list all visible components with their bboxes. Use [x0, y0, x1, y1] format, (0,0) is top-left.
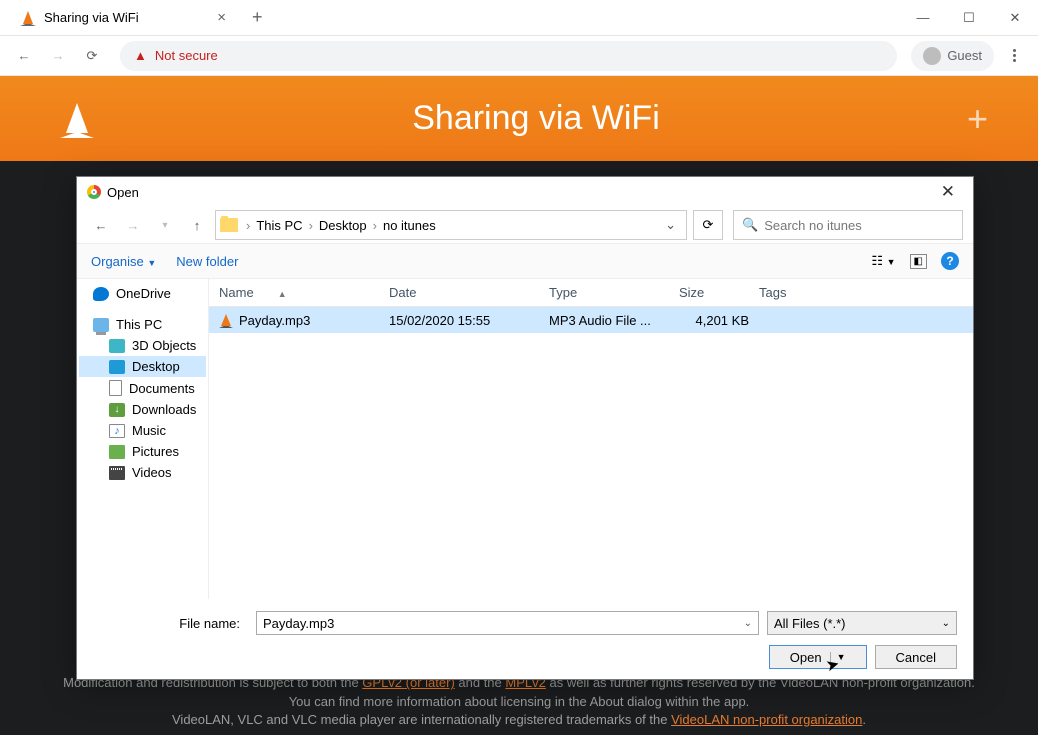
dialog-title: Open	[107, 185, 139, 200]
thispc-icon	[93, 318, 109, 332]
browser-tab[interactable]: Sharing via WiFi ×	[8, 1, 238, 35]
col-name[interactable]: Name▲	[219, 285, 389, 300]
not-secure-label: Not secure	[155, 48, 218, 63]
cancel-button[interactable]: Cancel	[875, 645, 957, 669]
organise-menu[interactable]: Organise ▼	[91, 254, 156, 269]
vlc-cone-icon	[20, 9, 36, 26]
filename-dropdown-icon[interactable]: ⌄	[744, 618, 752, 629]
open-button[interactable]: Open ▼	[769, 645, 867, 669]
music-icon	[109, 424, 125, 438]
file-name: Payday.mp3	[239, 313, 310, 328]
column-headers: Name▲ Date Type Size Tags	[209, 279, 973, 307]
dialog-close-button[interactable]: ✕	[933, 180, 963, 204]
browser-menu-button[interactable]	[1000, 42, 1028, 70]
col-size[interactable]: Size	[679, 285, 759, 300]
documents-icon	[109, 380, 122, 396]
vlc-file-icon	[219, 312, 233, 328]
sidebar-onedrive[interactable]: OneDrive	[79, 283, 206, 304]
vlc-header: Sharing via WiFi +	[0, 76, 1038, 161]
videolan-link[interactable]: VideoLAN non-profit organization	[671, 712, 862, 727]
sidebar-3dobjects[interactable]: 3D Objects	[79, 335, 206, 356]
dialog-nav: ← → ▾ ↑ › This PC › Desktop › no itunes …	[77, 207, 973, 243]
desktop-icon	[109, 360, 125, 374]
back-button[interactable]: ←	[10, 42, 38, 70]
crumb-dropdown-icon[interactable]: ⌄	[659, 217, 682, 233]
dialog-sidebar: OneDrive This PC 3D Objects Desktop Docu…	[77, 279, 209, 599]
new-tab-button[interactable]: +	[244, 3, 271, 32]
sidebar-pictures[interactable]: Pictures	[79, 441, 206, 462]
address-bar[interactable]: ▲ Not secure	[120, 41, 897, 71]
dialog-recent-dropdown[interactable]: ▾	[151, 213, 179, 237]
new-folder-button[interactable]: New folder	[176, 254, 238, 269]
window-controls: — ☐ ✕	[900, 0, 1038, 36]
vlc-logo-icon	[60, 100, 94, 138]
not-secure-icon: ▲	[134, 48, 147, 63]
browser-toolbar: ← → ⟳ ▲ Not secure Guest	[0, 36, 1038, 76]
forward-button[interactable]: →	[44, 42, 72, 70]
file-row[interactable]: Payday.mp3 15/02/2020 15:55 MP3 Audio Fi…	[209, 307, 973, 333]
file-open-dialog: Open ✕ ← → ▾ ↑ › This PC › Desktop › no …	[76, 176, 974, 680]
minimize-button[interactable]: —	[900, 0, 946, 36]
preview-pane-button[interactable]: ◧	[910, 254, 927, 269]
guest-label: Guest	[947, 48, 982, 63]
profile-icon	[923, 47, 941, 65]
dialog-refresh-button[interactable]: ⟳	[693, 210, 723, 240]
onedrive-icon	[93, 287, 109, 301]
sidebar-downloads[interactable]: Downloads	[79, 399, 206, 420]
filename-label: File name:	[93, 616, 248, 631]
filter-select[interactable]: All Files (*.*) ⌄	[767, 611, 957, 635]
breadcrumb[interactable]: › This PC › Desktop › no itunes ⌄	[215, 210, 687, 240]
chrome-icon	[87, 185, 101, 199]
page-title: Sharing via WiFi	[94, 99, 978, 138]
dialog-up-button[interactable]: ↑	[183, 213, 211, 237]
tab-title: Sharing via WiFi	[44, 10, 139, 25]
sort-asc-icon: ▲	[278, 289, 287, 299]
dialog-forward-button[interactable]: →	[119, 213, 147, 237]
pictures-icon	[109, 445, 125, 459]
sidebar-music[interactable]: Music	[79, 420, 206, 441]
sidebar-desktop[interactable]: Desktop	[79, 356, 206, 377]
reload-button[interactable]: ⟳	[78, 42, 106, 70]
add-button[interactable]: +	[967, 98, 988, 140]
file-size: 4,201 KB	[679, 313, 759, 328]
view-options-button[interactable]: ☷ ▼	[871, 253, 895, 269]
crumb-noitunes[interactable]: no itunes	[381, 216, 438, 235]
guest-profile-button[interactable]: Guest	[911, 41, 994, 71]
close-window-button[interactable]: ✕	[992, 0, 1038, 36]
col-type[interactable]: Type	[549, 285, 679, 300]
dialog-titlebar: Open ✕	[77, 177, 973, 207]
sidebar-documents[interactable]: Documents	[79, 377, 206, 399]
downloads-icon	[109, 403, 125, 417]
file-type: MP3 Audio File ...	[549, 313, 679, 328]
file-list: Name▲ Date Type Size Tags Payday.mp3 15/…	[209, 279, 973, 599]
maximize-button[interactable]: ☐	[946, 0, 992, 36]
filename-input[interactable]: Payday.mp3 ⌄	[256, 611, 759, 635]
col-tags[interactable]: Tags	[759, 285, 786, 300]
crumb-desktop[interactable]: Desktop	[317, 216, 369, 235]
videos-icon	[109, 466, 125, 480]
search-placeholder: Search no itunes	[764, 218, 862, 233]
dialog-back-button[interactable]: ←	[87, 213, 115, 237]
tab-close-icon[interactable]: ×	[217, 9, 226, 26]
sidebar-thispc[interactable]: This PC	[79, 314, 206, 335]
dialog-search-input[interactable]: 🔍 Search no itunes	[733, 210, 963, 240]
col-date[interactable]: Date	[389, 285, 549, 300]
file-date: 15/02/2020 15:55	[389, 313, 549, 328]
filter-dropdown-icon: ⌄	[942, 618, 950, 629]
help-icon[interactable]: ?	[941, 252, 959, 270]
3dobjects-icon	[109, 339, 125, 353]
browser-titlebar: Sharing via WiFi × + — ☐ ✕	[0, 0, 1038, 36]
folder-icon	[220, 218, 238, 232]
crumb-thispc[interactable]: This PC	[254, 216, 304, 235]
sidebar-videos[interactable]: Videos	[79, 462, 206, 483]
dialog-toolbar: Organise ▼ New folder ☷ ▼ ◧ ?	[77, 243, 973, 279]
search-icon: 🔍	[742, 217, 758, 233]
